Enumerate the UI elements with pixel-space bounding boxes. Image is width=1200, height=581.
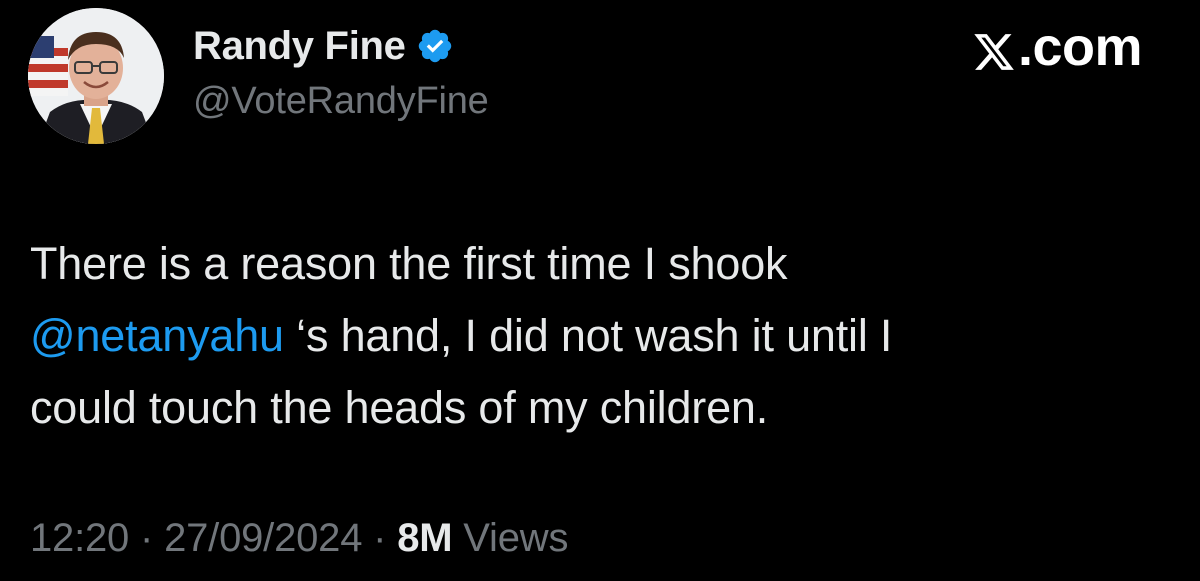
tweet-line-3: could touch the heads of my children. <box>30 382 769 433</box>
tweet-time[interactable]: 12:20 <box>30 516 129 560</box>
tweet-line-1: There is a reason the first time I shook <box>30 238 788 289</box>
display-name[interactable]: Randy Fine <box>193 24 406 69</box>
meta-separator: · <box>362 516 398 560</box>
mention-link[interactable]: @netanyahu <box>30 310 284 361</box>
avatar[interactable] <box>28 8 164 144</box>
tweet-meta: 12:20 · 27/09/2024 · 8M Views <box>30 516 568 561</box>
verified-badge-icon <box>416 27 454 65</box>
site-brand: .com <box>972 16 1143 78</box>
views-label: Views <box>452 516 569 560</box>
tweet-text: There is a reason the first time I shook… <box>30 228 1160 444</box>
user-handle[interactable]: @VoteRandyFine <box>193 80 489 123</box>
views-count[interactable]: 8M <box>397 516 452 560</box>
tweet-date[interactable]: 27/09/2024 <box>164 516 362 560</box>
display-name-row: Randy Fine <box>193 18 454 74</box>
x-logo-icon <box>972 25 1016 70</box>
meta-separator: · <box>129 516 165 560</box>
tweet-line-2: @netanyahu ‘s hand, I did not wash it un… <box>30 300 1160 372</box>
tweet-card: Randy Fine @VoteRandyFine .com There is … <box>0 0 1200 581</box>
profile-photo <box>28 8 164 144</box>
brand-suffix: .com <box>1017 17 1143 77</box>
tweet-line-2-rest: ‘s hand, I did not wash it until I <box>283 310 893 361</box>
